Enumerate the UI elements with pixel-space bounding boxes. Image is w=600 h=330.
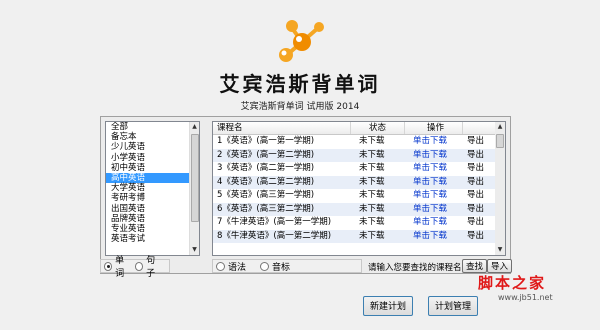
export-link[interactable]: 导出 [463, 189, 497, 203]
header-action[interactable]: 操作 [405, 122, 463, 134]
table-row[interactable]: 5《英语》(高三第一学期) 未下载 单击下载 导出 [213, 189, 505, 203]
status-cell: 未下载 [359, 217, 385, 227]
table-row[interactable]: 7《牛津英语》(高一第一学期) 未下载 单击下载 导出 [213, 216, 505, 230]
course-name-cell: 2《英语》(高一第二学期) [217, 149, 315, 160]
category-list-item[interactable]: 备忘本 [106, 132, 199, 142]
app-title: 艾宾浩斯背单词 [219, 72, 381, 96]
scroll-thumb[interactable] [191, 134, 199, 222]
new-plan-button[interactable]: 新建计划 [363, 296, 413, 316]
export-link[interactable]: 导出 [463, 149, 497, 163]
status-cell: 未下载 [359, 190, 385, 200]
category-list-item[interactable]: 全部 [106, 122, 199, 132]
scroll-down-icon[interactable]: ▼ [495, 245, 505, 255]
export-link[interactable]: 导出 [463, 162, 497, 176]
download-link[interactable]: 单击下载 [405, 230, 463, 244]
status-cell: 未下载 [359, 136, 385, 146]
table-row[interactable]: 2《英语》(高一第二学期) 未下载 单击下载 导出 [213, 148, 505, 163]
extra-radio-group: 语法 音标 [212, 259, 362, 273]
scroll-down-icon[interactable]: ▼ [190, 245, 199, 255]
course-name-cell: 7《牛津英语》(高一第一学期) [217, 217, 332, 227]
scroll-thumb[interactable] [496, 134, 504, 148]
course-name-cell: 1《英语》(高一第一学期) [217, 136, 315, 146]
export-link[interactable]: 导出 [463, 230, 497, 244]
download-link[interactable]: 单击下载 [405, 216, 463, 230]
app-logo-icon [279, 20, 324, 62]
watermark-url: www.jb51.net [498, 293, 553, 302]
radio-grammar-label[interactable]: 语法 [228, 260, 246, 273]
export-link[interactable]: 导出 [463, 203, 497, 217]
export-link[interactable]: 导出 [463, 135, 497, 149]
status-cell: 未下载 [359, 203, 385, 214]
category-list-item[interactable]: 初中英语 [106, 163, 199, 173]
radio-word-label[interactable]: 单词 [115, 253, 131, 279]
scroll-up-icon[interactable]: ▲ [495, 122, 505, 132]
download-link[interactable]: 单击下载 [405, 176, 463, 190]
plan-manage-button[interactable]: 计划管理 [428, 296, 478, 316]
radio-phonetic-label[interactable]: 音标 [272, 260, 290, 273]
status-cell: 未下载 [359, 149, 385, 160]
category-list-item[interactable]: 考研考博 [106, 193, 199, 203]
radio-phonetic[interactable] [260, 261, 270, 271]
search-button[interactable]: 查找 [462, 259, 488, 273]
export-link[interactable]: 导出 [463, 216, 497, 230]
radio-word[interactable] [104, 261, 113, 271]
scroll-up-icon[interactable]: ▲ [190, 122, 199, 132]
table-scrollbar[interactable]: ▲ ▼ [495, 122, 505, 255]
table-row[interactable]: 8《牛津英语》(高一第二学期) 未下载 单击下载 导出 [213, 229, 505, 244]
mode-radio-group: 单词 句子 [100, 256, 170, 279]
course-name-cell: 4《英语》(高二第二学期) [217, 176, 315, 187]
header-course-name[interactable]: 课程名 [213, 122, 351, 134]
course-name-cell: 6《英语》(高三第二学期) [217, 203, 315, 214]
radio-sentence-label[interactable]: 句子 [146, 253, 162, 279]
course-table: 课程名 状态 操作 1《英语》(高一第一学期) 未下载 单击下载 导出 2《英语》(高一… [212, 121, 506, 256]
course-name-cell: 3《英语》(高二第一学期) [217, 163, 315, 173]
table-row[interactable]: 3《英语》(高二第一学期) 未下载 单击下载 导出 [213, 162, 505, 176]
radio-sentence[interactable] [135, 261, 144, 271]
download-link[interactable]: 单击下载 [405, 189, 463, 203]
header-status[interactable]: 状态 [351, 122, 405, 134]
status-cell: 未下载 [359, 230, 385, 241]
watermark: 脚本之家 www.jb51.net [478, 272, 598, 302]
download-link[interactable]: 单击下载 [405, 203, 463, 217]
status-cell: 未下载 [359, 176, 385, 187]
app-subtitle: 艾宾浩斯背单词 试用版 2014 [240, 102, 360, 112]
radio-grammar[interactable] [216, 261, 225, 271]
table-row[interactable]: 6《英语》(高三第二学期) 未下载 单击下载 导出 [213, 202, 505, 217]
course-name-cell: 5《英语》(高三第一学期) [217, 190, 315, 200]
category-list-item[interactable]: 大学英语 [106, 183, 199, 193]
table-header: 课程名 状态 操作 [213, 122, 505, 135]
category-list-item[interactable]: 高中英语 [106, 172, 199, 184]
download-link[interactable]: 单击下载 [405, 162, 463, 176]
category-list-item[interactable]: 少儿英语 [106, 142, 199, 152]
download-link[interactable]: 单击下载 [405, 135, 463, 149]
category-list-scrollbar[interactable]: ▲ ▼ [189, 122, 199, 255]
table-row[interactable]: 1《英语》(高一第一学期) 未下载 单击下载 导出 [213, 135, 505, 149]
watermark-logo: 脚本之家 [478, 274, 547, 292]
import-button[interactable]: 导入 [487, 259, 513, 273]
category-list-item[interactable]: 英语考试 [106, 234, 199, 244]
category-list-item[interactable]: 专业英语 [106, 224, 199, 234]
category-list-item[interactable]: 出国英语 [106, 204, 199, 214]
export-link[interactable]: 导出 [463, 176, 497, 190]
category-list-item[interactable]: 小学英语 [106, 153, 199, 163]
download-link[interactable]: 单击下载 [405, 149, 463, 163]
status-cell: 未下载 [359, 163, 385, 173]
course-name-cell: 8《牛津英语》(高一第二学期) [217, 230, 332, 241]
header-extra [463, 122, 497, 134]
category-list-item[interactable]: 品牌英语 [106, 214, 199, 224]
category-list[interactable]: 全部 备忘本 少儿英语 小学英语 初中英语 高中英语 大学英语 考研考博 出国英语 品牌英语 专业英… [105, 121, 200, 256]
table-row[interactable]: 4《英语》(高二第二学期) 未下载 单击下载 导出 [213, 175, 505, 190]
search-label: 请输入您要查找的课程名 [368, 263, 462, 273]
